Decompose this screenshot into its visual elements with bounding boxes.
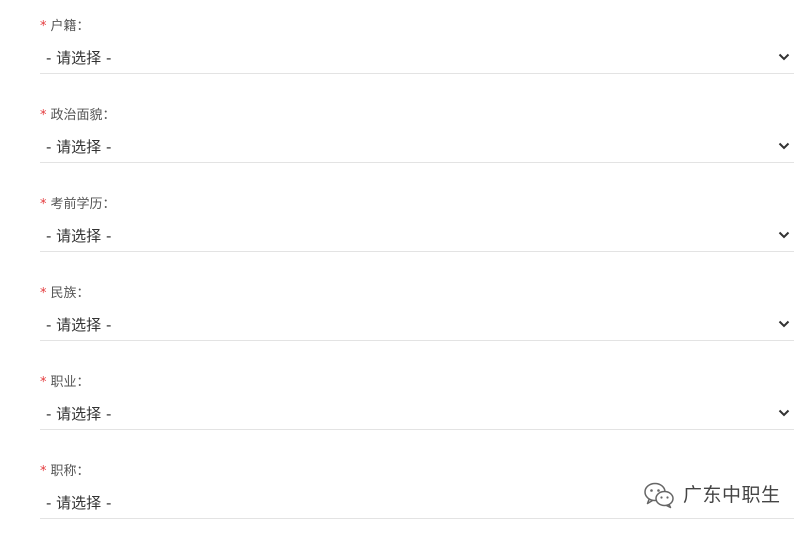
- field-label: * 民族：: [40, 284, 90, 304]
- field-label: * 职称：: [40, 462, 90, 482]
- required-asterisk: *: [40, 19, 47, 34]
- wechat-icon: [644, 482, 674, 509]
- required-asterisk: *: [40, 286, 47, 301]
- chevron-down-icon: [778, 231, 790, 239]
- required-asterisk: *: [40, 464, 47, 479]
- wechat-watermark: 广东中职生: [643, 478, 793, 512]
- form-field-household-registration: * 户籍： - 请选择 -: [40, 17, 794, 89]
- required-asterisk: *: [40, 375, 47, 390]
- field-label-text: 民族：: [50, 286, 90, 301]
- field-label-text: 职业：: [50, 375, 90, 390]
- select-value: - 请选择 -: [46, 138, 112, 156]
- chevron-down-icon: [778, 320, 790, 328]
- field-label-text: 职称：: [50, 464, 90, 479]
- select-value: - 请选择 -: [46, 49, 112, 67]
- form-field-occupation: * 职业： - 请选择 -: [40, 373, 794, 445]
- required-asterisk: *: [40, 108, 47, 123]
- select-value: - 请选择 -: [46, 316, 112, 334]
- ethnicity-select[interactable]: - 请选择 -: [40, 310, 794, 341]
- chevron-down-icon: [778, 409, 790, 417]
- select-value: - 请选择 -: [46, 494, 112, 512]
- select-value: - 请选择 -: [46, 405, 112, 423]
- chevron-down-icon: [778, 142, 790, 150]
- required-asterisk: *: [40, 197, 47, 212]
- field-label-text: 考前学历：: [50, 197, 116, 212]
- watermark-text: 广东中职生: [683, 484, 781, 506]
- chevron-down-icon: [778, 53, 790, 61]
- field-label: * 户籍：: [40, 17, 90, 37]
- political-status-select[interactable]: - 请选择 -: [40, 132, 794, 163]
- field-label: * 职业：: [40, 373, 90, 393]
- field-label-text: 政治面貌：: [50, 108, 116, 123]
- form-field-ethnicity: * 民族： - 请选择 -: [40, 284, 794, 356]
- form-field-political-status: * 政治面貌： - 请选择 -: [40, 106, 794, 178]
- prior-education-select[interactable]: - 请选择 -: [40, 221, 794, 252]
- field-label: * 考前学历：: [40, 195, 116, 215]
- field-label-text: 户籍：: [50, 19, 90, 34]
- occupation-select[interactable]: - 请选择 -: [40, 399, 794, 430]
- household-registration-select[interactable]: - 请选择 -: [40, 43, 794, 74]
- field-label: * 政治面貌：: [40, 106, 116, 126]
- form-field-prior-education: * 考前学历： - 请选择 -: [40, 195, 794, 267]
- select-value: - 请选择 -: [46, 227, 112, 245]
